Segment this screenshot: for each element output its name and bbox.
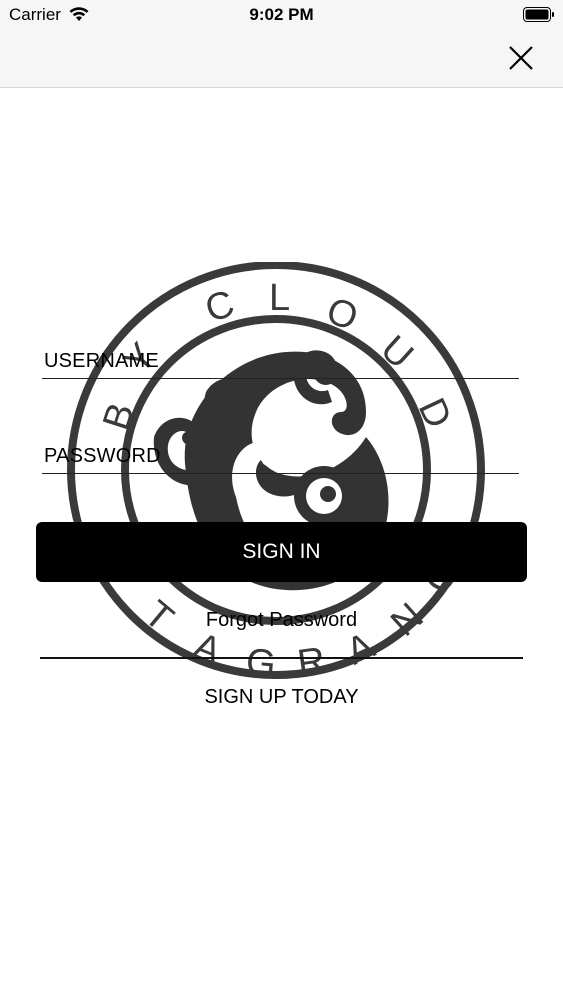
username-label: USERNAME [44,350,159,372]
password-input[interactable] [42,473,519,474]
svg-text:B: B [95,398,143,435]
svg-text:L: L [269,277,290,319]
close-icon[interactable] [507,44,535,72]
sign-in-button[interactable]: SIGN IN [36,522,527,582]
status-time: 9:02 PM [249,5,314,24]
status-bar: Carrier 9:02 PM [0,0,563,30]
svg-text:U: U [373,328,422,378]
battery-icon [523,7,554,22]
svg-text:R: R [295,640,328,683]
svg-text:C: C [200,283,239,331]
forgot-password-link[interactable]: Forgot Password [0,609,563,632]
username-input[interactable] [42,378,519,379]
password-label: PASSWORD [44,445,161,467]
sign-up-link[interactable]: SIGN UP TODAY [0,686,563,709]
divider [40,657,523,659]
navigation-bar [0,30,563,88]
sign-in-label: SIGN IN [242,540,321,563]
svg-text:G: G [244,641,277,683]
